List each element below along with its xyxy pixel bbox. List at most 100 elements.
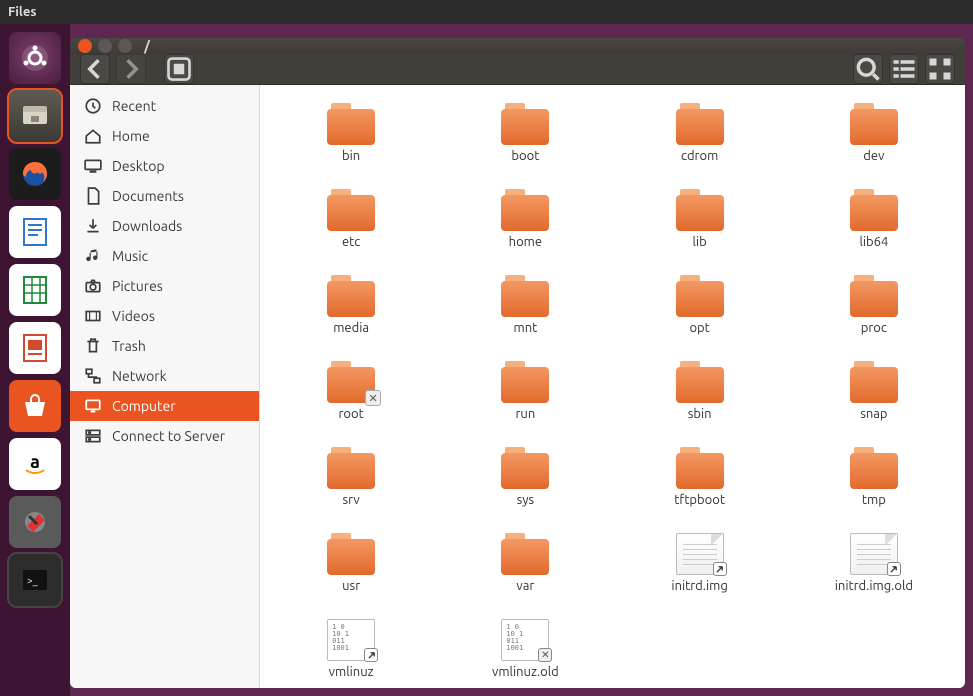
file-item[interactable]: run xyxy=(458,361,592,421)
file-item[interactable]: initrd.img xyxy=(633,533,767,593)
file-item[interactable]: media xyxy=(284,275,418,335)
camera-icon xyxy=(84,277,102,295)
file-label: lib64 xyxy=(859,235,888,249)
sidebar-item-videos[interactable]: Videos xyxy=(70,301,259,331)
firefox-app[interactable] xyxy=(9,148,61,200)
file-item[interactable]: bin xyxy=(284,103,418,163)
file-item[interactable]: sbin xyxy=(633,361,767,421)
sidebar-item-downloads[interactable]: Downloads xyxy=(70,211,259,241)
libreoffice-calc[interactable] xyxy=(9,264,61,316)
view-list-button[interactable] xyxy=(889,54,919,84)
files-app[interactable] xyxy=(9,90,61,142)
sidebar-item-documents[interactable]: Documents xyxy=(70,181,259,211)
ubuntu-software[interactable] xyxy=(9,380,61,432)
amazon-app[interactable]: a xyxy=(9,438,61,490)
ubuntu-dash[interactable] xyxy=(9,32,61,84)
nav-back-button[interactable] xyxy=(80,54,110,84)
unity-launcher: a >_ xyxy=(0,24,70,696)
video-icon xyxy=(84,307,102,325)
file-label: home xyxy=(509,235,542,249)
file-label: snap xyxy=(860,407,887,421)
file-label: run xyxy=(515,407,535,421)
sidebar-item-pictures[interactable]: Pictures xyxy=(70,271,259,301)
file-view[interactable]: bin boot cdrom dev etc home lib lib64 media mnt op… xyxy=(260,85,965,688)
places-sidebar: RecentHome Desktop DocumentsDownloadsMusic… xyxy=(70,85,260,688)
search-button[interactable] xyxy=(853,54,883,84)
sidebar-item-trash[interactable]: Trash xyxy=(70,331,259,361)
file-label: vmlinuz xyxy=(329,665,374,679)
sidebar-item-label: Desktop xyxy=(112,158,165,174)
sidebar-item-computer[interactable]: Computer xyxy=(70,391,259,421)
sidebar-item-label: Computer xyxy=(112,398,176,414)
sidebar-item-desktop[interactable]: Desktop xyxy=(70,151,259,181)
file-item[interactable]: opt xyxy=(633,275,767,335)
folder-icon xyxy=(676,361,724,403)
file-label: media xyxy=(333,321,369,335)
file-item[interactable]: home xyxy=(458,189,592,249)
sidebar-item-label: Connect to Server xyxy=(112,428,225,444)
file-label: lib xyxy=(693,235,707,249)
file-label: sys xyxy=(517,493,535,507)
file-item[interactable]: initrd.img.old xyxy=(807,533,941,593)
file-item[interactable]: lib64 xyxy=(807,189,941,249)
file-item[interactable]: dev xyxy=(807,103,941,163)
file-item[interactable]: tftpboot xyxy=(633,447,767,507)
folder-icon xyxy=(676,103,724,145)
text-file-icon xyxy=(676,533,724,575)
file-label: tftpboot xyxy=(674,493,725,507)
file-label: mnt xyxy=(513,321,537,335)
file-label: dev xyxy=(863,149,884,163)
file-item[interactable]: boot xyxy=(458,103,592,163)
window-close-button[interactable] xyxy=(78,39,92,53)
file-item[interactable]: var xyxy=(458,533,592,593)
folder-icon xyxy=(676,447,724,489)
folder-icon xyxy=(327,533,375,575)
sidebar-item-network[interactable]: Network xyxy=(70,361,259,391)
file-item[interactable]: ✕root xyxy=(284,361,418,421)
sidebar-item-recent[interactable]: Recent xyxy=(70,91,259,121)
sidebar-item-label: Videos xyxy=(112,308,155,324)
file-label: sbin xyxy=(688,407,712,421)
window-maximize-button[interactable] xyxy=(118,39,132,53)
window-minimize-button[interactable] xyxy=(98,39,112,53)
file-item[interactable]: sys xyxy=(458,447,592,507)
svg-text:>_: >_ xyxy=(27,575,38,586)
window-title: / xyxy=(144,38,150,54)
file-item[interactable]: srv xyxy=(284,447,418,507)
libreoffice-writer[interactable] xyxy=(9,206,61,258)
text-file-icon xyxy=(850,533,898,575)
folder-icon xyxy=(501,361,549,403)
sidebar-item-home[interactable]: Home xyxy=(70,121,259,151)
system-settings[interactable] xyxy=(9,496,61,548)
file-item[interactable]: usr xyxy=(284,533,418,593)
file-item[interactable]: cdrom xyxy=(633,103,767,163)
terminal-app[interactable]: >_ xyxy=(9,554,61,606)
file-item[interactable]: 1 010 10111001vmlinuz xyxy=(284,619,418,679)
window-titlebar[interactable]: / xyxy=(70,38,965,54)
download-icon xyxy=(84,217,102,235)
folder-icon xyxy=(501,189,549,231)
file-item[interactable]: 1 010 10111001✕vmlinuz.old xyxy=(458,619,592,679)
trash-icon xyxy=(84,337,102,355)
file-item[interactable]: proc xyxy=(807,275,941,335)
folder-icon xyxy=(850,275,898,317)
nav-forward-button[interactable] xyxy=(116,54,146,84)
sidebar-item-music[interactable]: Music xyxy=(70,241,259,271)
file-label: root xyxy=(339,407,364,421)
home-icon xyxy=(84,127,102,145)
sidebar-item-connect-to-server[interactable]: Connect to Server xyxy=(70,421,259,451)
network-icon xyxy=(84,367,102,385)
file-item[interactable]: lib xyxy=(633,189,767,249)
file-label: boot xyxy=(511,149,539,163)
view-grid-button[interactable] xyxy=(925,54,955,84)
path-location-button[interactable] xyxy=(164,54,194,84)
file-item[interactable]: tmp xyxy=(807,447,941,507)
libreoffice-impress[interactable] xyxy=(9,322,61,374)
file-label: proc xyxy=(861,321,887,335)
computer-icon xyxy=(84,397,102,415)
file-item[interactable]: snap xyxy=(807,361,941,421)
file-label: usr xyxy=(342,579,360,593)
file-item[interactable]: mnt xyxy=(458,275,592,335)
folder-icon xyxy=(501,275,549,317)
file-item[interactable]: etc xyxy=(284,189,418,249)
